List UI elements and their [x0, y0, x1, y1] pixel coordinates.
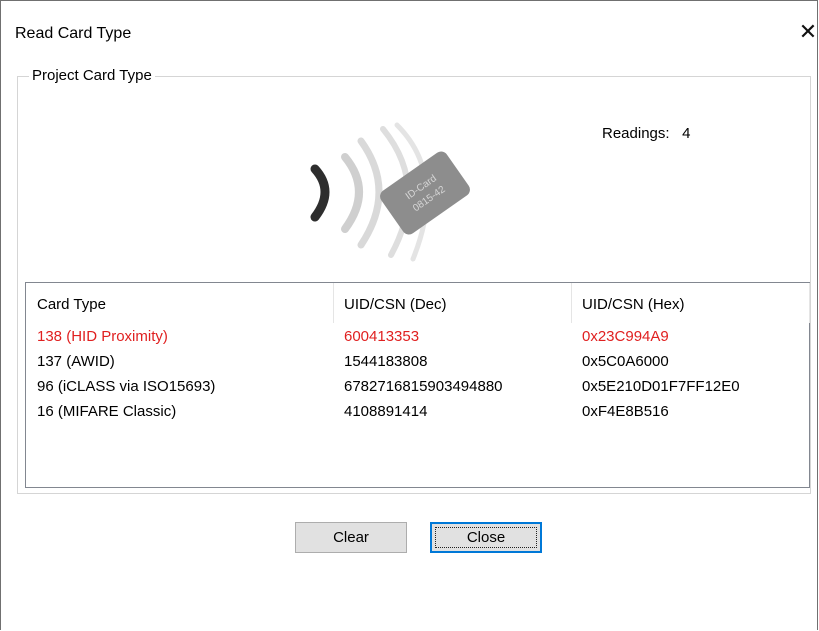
cell-uid-dec: 1544183808	[344, 353, 428, 370]
cell-uid-hex: 0x5C0A6000	[582, 353, 669, 370]
cell-uid-hex: 0x23C994A9	[582, 328, 669, 345]
readings-label: Readings:	[602, 125, 670, 142]
cell-uid-dec: 4108891414	[344, 403, 428, 420]
table-row[interactable]: 138 (HID Proximity) 600413353 0x23C994A9	[26, 328, 809, 350]
table-row[interactable]: 16 (MIFARE Classic) 4108891414 0xF4E8B51…	[26, 403, 809, 425]
cell-uid-hex: 0xF4E8B516	[582, 403, 669, 420]
table-row[interactable]: 96 (iCLASS via ISO15693) 678271681590349…	[26, 378, 809, 400]
column-header-card-type[interactable]: Card Type	[37, 296, 106, 313]
group-legend: Project Card Type	[29, 67, 155, 84]
cell-card-type: 96 (iCLASS via ISO15693)	[37, 378, 216, 395]
cell-uid-dec: 6782716815903494880	[344, 378, 503, 395]
cell-card-type: 16 (MIFARE Classic)	[37, 403, 177, 420]
card-readings-list[interactable]: Card Type UID/CSN (Dec) UID/CSN (Hex) 13…	[25, 282, 810, 488]
column-divider[interactable]	[333, 283, 334, 323]
dialog-title: Read Card Type	[15, 25, 132, 42]
readings-counter: Readings: 4	[602, 125, 690, 142]
cell-card-type: 138 (HID Proximity)	[37, 328, 168, 345]
read-card-type-dialog: Read Card Type ✕ Project Card Type Readi…	[0, 0, 818, 630]
column-header-uid-hex[interactable]: UID/CSN (Hex)	[582, 296, 685, 313]
readings-value: 4	[682, 125, 691, 142]
column-header-uid-dec[interactable]: UID/CSN (Dec)	[344, 296, 447, 313]
focus-rectangle	[435, 527, 537, 548]
column-divider[interactable]	[571, 283, 572, 323]
clear-button[interactable]: Clear	[295, 522, 407, 553]
card-reader-icon: ID-Card 0815-42	[310, 122, 470, 262]
cell-card-type: 137 (AWID)	[37, 353, 115, 370]
column-divider[interactable]	[809, 283, 810, 323]
list-header: Card Type UID/CSN (Dec) UID/CSN (Hex)	[26, 283, 810, 323]
close-button[interactable]: Close	[430, 522, 542, 553]
close-icon[interactable]: ✕	[797, 21, 819, 45]
cell-uid-dec: 600413353	[344, 328, 420, 345]
cell-uid-hex: 0x5E210D01F7FF12E0	[582, 378, 740, 395]
table-row[interactable]: 137 (AWID) 1544183808 0x5C0A6000	[26, 353, 809, 375]
